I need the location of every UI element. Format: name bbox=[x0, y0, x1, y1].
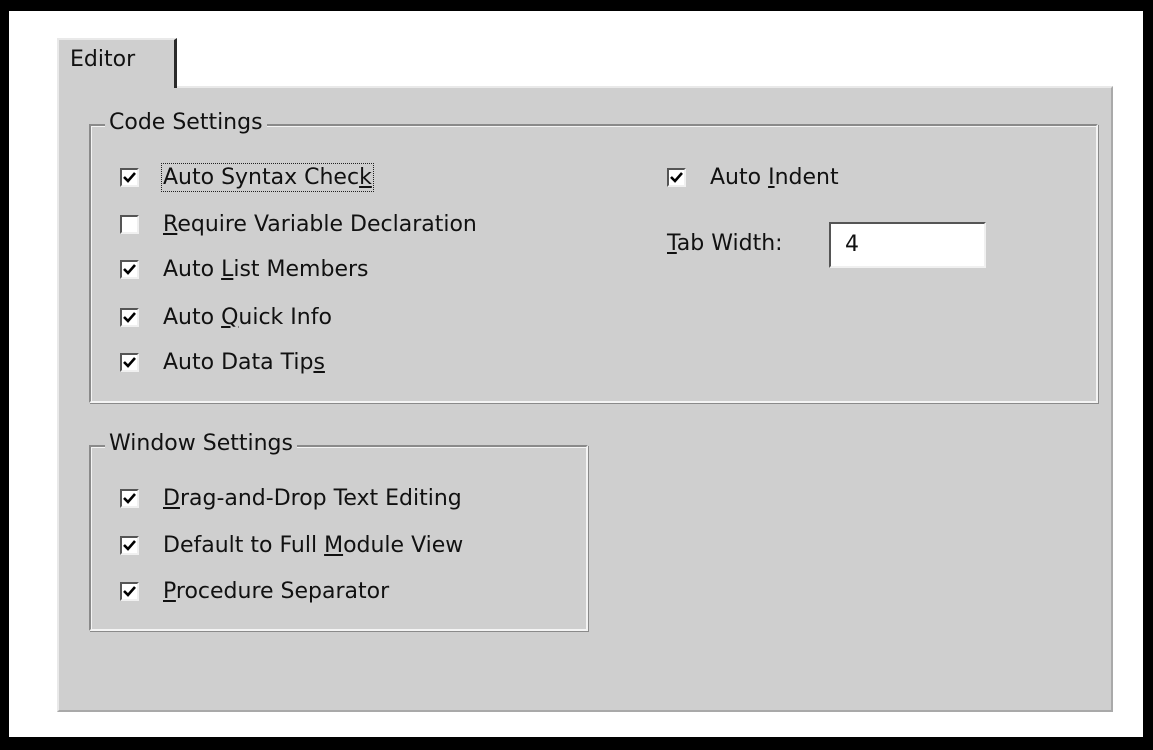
auto-quick-info-label: Auto Quick Info bbox=[163, 305, 332, 330]
procedure-separator-label: Procedure Separator bbox=[163, 579, 390, 604]
code-settings-title: Code Settings bbox=[105, 108, 267, 138]
procedure-separator-checkbox[interactable]: Procedure Separator bbox=[120, 579, 389, 604]
tab-width-input[interactable]: 4 bbox=[829, 222, 986, 268]
require-variable-declaration-label: Require Variable Declaration bbox=[163, 212, 477, 237]
drag-and-drop-text-editing-checkbox[interactable]: Drag-and-Drop Text Editing bbox=[120, 486, 462, 511]
default-to-full-module-view-label: Default to Full Module View bbox=[163, 533, 464, 558]
check-icon bbox=[120, 168, 139, 187]
auto-indent-checkbox[interactable]: Auto Indent bbox=[667, 165, 839, 190]
tab-editor[interactable]: Editor bbox=[57, 38, 177, 88]
window-frame: Editor Code Settings Auto Syntax Check R… bbox=[0, 0, 1153, 750]
check-icon bbox=[667, 168, 686, 187]
auto-list-members-label: Auto List Members bbox=[163, 257, 369, 282]
check-icon bbox=[120, 260, 139, 279]
check-icon bbox=[120, 582, 139, 601]
default-to-full-module-view-checkbox[interactable]: Default to Full Module View bbox=[120, 533, 463, 558]
checkbox-box bbox=[120, 215, 139, 234]
auto-quick-info-checkbox[interactable]: Auto Quick Info bbox=[120, 305, 332, 330]
tab-editor-label: Editor bbox=[70, 47, 136, 72]
check-icon bbox=[120, 308, 139, 327]
window-settings-title: Window Settings bbox=[105, 429, 297, 459]
drag-and-drop-text-editing-label: Drag-and-Drop Text Editing bbox=[163, 486, 462, 511]
auto-list-members-checkbox[interactable]: Auto List Members bbox=[120, 257, 369, 282]
auto-syntax-check-checkbox[interactable]: Auto Syntax Check bbox=[120, 163, 374, 192]
auto-indent-label: Auto Indent bbox=[710, 165, 839, 190]
auto-data-tips-label: Auto Data Tips bbox=[163, 350, 325, 375]
require-variable-declaration-checkbox[interactable]: Require Variable Declaration bbox=[120, 212, 477, 237]
auto-syntax-check-label: Auto Syntax Check bbox=[161, 163, 374, 192]
auto-data-tips-checkbox[interactable]: Auto Data Tips bbox=[120, 350, 325, 375]
check-icon bbox=[120, 353, 139, 372]
check-icon bbox=[120, 536, 139, 555]
tab-width-label: Tab Width: bbox=[667, 231, 783, 256]
check-icon bbox=[120, 489, 139, 508]
